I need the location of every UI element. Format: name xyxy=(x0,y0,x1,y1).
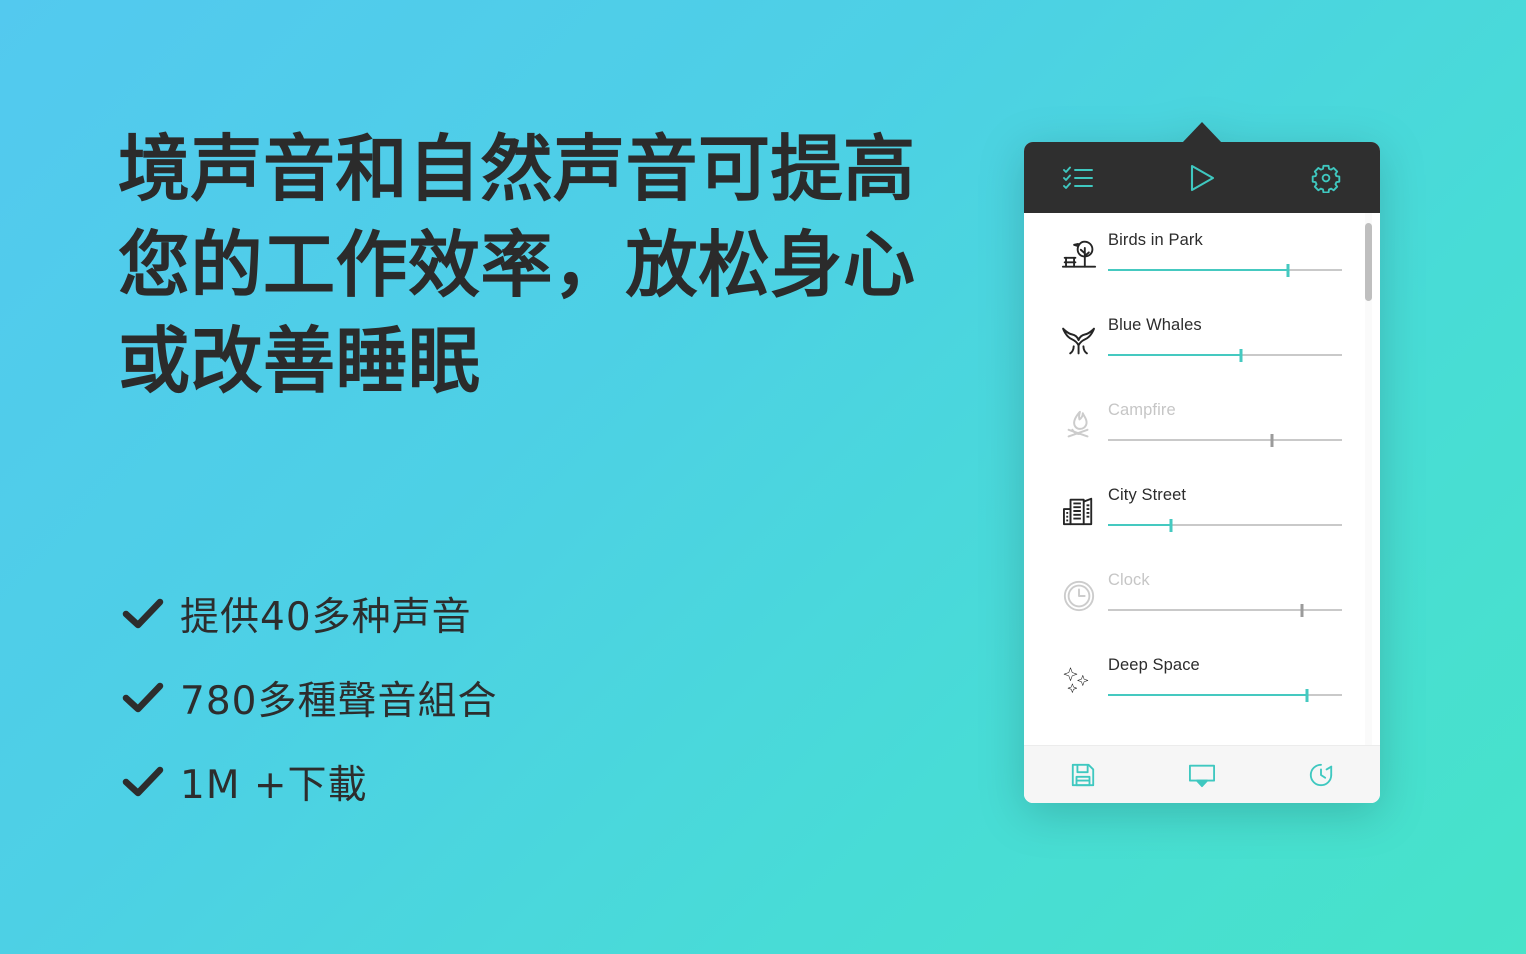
volume-slider[interactable] xyxy=(1108,349,1342,362)
sound-name: Clock xyxy=(1108,571,1150,589)
list-item: 780多種聲音組合 xyxy=(122,656,822,740)
slider-thumb[interactable] xyxy=(1305,689,1309,702)
slider-track xyxy=(1108,609,1342,611)
volume-slider[interactable] xyxy=(1108,519,1342,532)
slider-thumb[interactable] xyxy=(1270,434,1274,447)
check-icon xyxy=(122,765,180,799)
panel-notch-arrow xyxy=(1182,122,1222,143)
slider-track xyxy=(1108,439,1342,441)
sound-name: City Street xyxy=(1108,486,1187,504)
sound-name: Campfire xyxy=(1108,401,1176,419)
slider-fill xyxy=(1108,354,1242,356)
sound-name: Deep Space xyxy=(1108,656,1200,674)
slider-fill xyxy=(1108,269,1289,271)
play-icon[interactable] xyxy=(1176,156,1228,200)
check-icon xyxy=(122,681,180,715)
page-headline: 境声音和自然声音可提高您的工作效率，放松身心或改善睡眠 xyxy=(118,127,916,403)
whale-tail-icon[interactable] xyxy=(1050,306,1108,366)
slider-fill xyxy=(1108,524,1172,526)
feature-bullet-list: 提供40多种声音 780多種聲音組合 1M +下載 xyxy=(122,572,822,824)
list-item: 提供40多种声音 xyxy=(122,572,822,656)
list-item[interactable]: Clock xyxy=(1024,561,1380,646)
slider-thumb[interactable] xyxy=(1300,604,1304,617)
timer-icon[interactable] xyxy=(1292,755,1350,795)
bullet-label: 780多種聲音組合 xyxy=(180,679,498,724)
slider-thumb[interactable] xyxy=(1169,519,1173,532)
list-item: 1M +下載 xyxy=(122,740,822,824)
volume-slider[interactable] xyxy=(1108,264,1342,277)
save-icon[interactable] xyxy=(1054,755,1112,795)
list-item[interactable]: Blue Whales xyxy=(1024,306,1380,391)
volume-slider[interactable] xyxy=(1108,604,1342,617)
campfire-icon[interactable] xyxy=(1050,391,1108,451)
gear-icon[interactable] xyxy=(1300,156,1352,200)
bullet-label: 1M +下載 xyxy=(180,763,368,808)
panel-header xyxy=(1024,142,1380,213)
app-panel: Birds in Park Blue Whales Campfire City … xyxy=(1024,122,1380,803)
list-item[interactable]: Birds in Park xyxy=(1024,221,1380,306)
clock-icon[interactable] xyxy=(1050,561,1108,621)
sparkles-icon[interactable] xyxy=(1050,646,1108,706)
bullet-label: 提供40多种声音 xyxy=(180,595,472,640)
buildings-icon[interactable] xyxy=(1050,476,1108,536)
marketing-column: 境声音和自然声音可提高您的工作效率，放松身心或改善睡眠 xyxy=(118,122,948,409)
sound-list[interactable]: Birds in Park Blue Whales Campfire City … xyxy=(1024,213,1380,745)
volume-slider[interactable] xyxy=(1108,434,1342,447)
slider-thumb[interactable] xyxy=(1239,349,1243,362)
volume-slider[interactable] xyxy=(1108,689,1342,702)
tree-bench-icon[interactable] xyxy=(1050,221,1108,281)
list-item[interactable]: Deep Space xyxy=(1024,646,1380,731)
scrollbar-thumb[interactable] xyxy=(1365,223,1372,301)
slider-fill xyxy=(1108,694,1307,696)
cast-icon[interactable] xyxy=(1173,755,1231,795)
sound-name: Blue Whales xyxy=(1108,316,1202,334)
slider-thumb[interactable] xyxy=(1286,264,1290,277)
sound-name: Birds in Park xyxy=(1108,231,1203,249)
check-icon xyxy=(122,597,180,631)
panel-footer xyxy=(1024,745,1380,803)
list-item[interactable]: Campfire xyxy=(1024,391,1380,476)
list-item[interactable]: City Street xyxy=(1024,476,1380,561)
checklist-icon[interactable] xyxy=(1052,156,1104,200)
